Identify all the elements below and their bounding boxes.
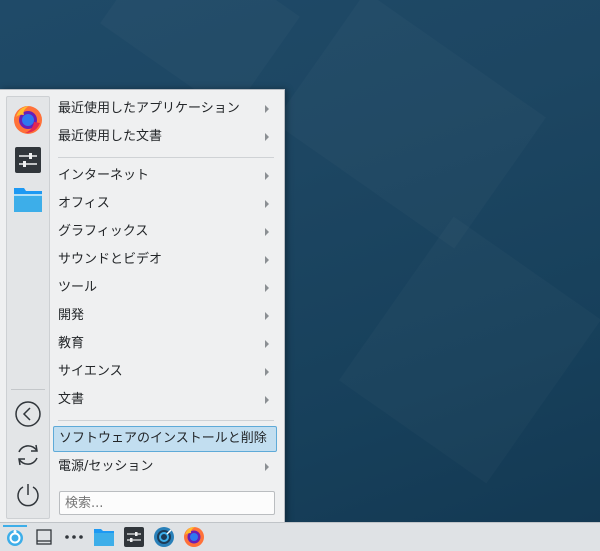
logout-icon[interactable] (14, 400, 42, 428)
chevron-right-icon (265, 228, 269, 236)
menu-item-label: サイエンス (58, 364, 123, 379)
menu-item-label: サウンドとビデオ (58, 252, 163, 267)
menu-item-internet[interactable]: インターネット (53, 163, 277, 189)
menu-item-office[interactable]: オフィス (53, 191, 277, 217)
menu-item-label: ツール (58, 280, 98, 295)
menu-item-label: 文書 (58, 392, 85, 407)
menu-separator (58, 157, 274, 158)
chevron-right-icon (265, 340, 269, 348)
system-settings-icon[interactable] (12, 144, 44, 176)
menu-item-label: ソフトウェアのインストールと削除 (59, 431, 267, 446)
menu-item-multimedia[interactable]: サウンドとビデオ (53, 247, 277, 273)
menu-item-label: 最近使用した文書 (58, 129, 163, 144)
taskbar (0, 522, 600, 551)
show-desktop-icon[interactable] (33, 526, 55, 548)
switch-user-icon[interactable] (14, 441, 42, 469)
search-input[interactable] (59, 491, 275, 515)
firefox-icon[interactable] (183, 526, 205, 548)
chevron-right-icon (265, 312, 269, 320)
menu-item-label: 開発 (58, 308, 85, 323)
menu-item-label: グラフィックス (58, 224, 149, 239)
menu-item-recent-documents[interactable]: 最近使用した文書 (53, 124, 277, 150)
favorites-separator (11, 389, 45, 390)
power-icon[interactable] (14, 481, 42, 509)
chevron-right-icon (265, 368, 269, 376)
firefox-icon[interactable] (12, 104, 44, 136)
file-manager-icon[interactable] (93, 526, 115, 548)
discover-icon[interactable] (153, 526, 175, 548)
chevron-right-icon (265, 105, 269, 113)
favorites-strip (6, 96, 50, 519)
chevron-right-icon (265, 133, 269, 141)
menu-item-documents[interactable]: 文書 (53, 387, 277, 413)
menu-item-power-session[interactable]: 電源/セッション (53, 454, 277, 480)
file-manager-icon[interactable] (12, 183, 44, 215)
chevron-right-icon (265, 284, 269, 292)
application-menu: 最近使用したアプリケーション 最近使用した文書 インターネット オフィス グラフ… (0, 89, 285, 524)
menu-item-development[interactable]: 開発 (53, 303, 277, 329)
menu-item-recent-applications[interactable]: 最近使用したアプリケーション (53, 96, 277, 122)
system-settings-icon[interactable] (123, 526, 145, 548)
application-launcher-icon[interactable] (3, 525, 27, 548)
menu-item-education[interactable]: 教育 (53, 331, 277, 357)
chevron-right-icon (265, 256, 269, 264)
menu-separator (58, 420, 274, 421)
chevron-right-icon (265, 172, 269, 180)
menu-item-science[interactable]: サイエンス (53, 359, 277, 385)
menu-item-utilities[interactable]: ツール (53, 275, 277, 301)
menu-item-label: インターネット (58, 168, 150, 183)
menu-item-label: 教育 (58, 336, 85, 351)
menu-item-graphics[interactable]: グラフィックス (53, 219, 277, 245)
menu-item-install-remove-software[interactable]: ソフトウェアのインストールと削除 (53, 426, 277, 452)
more-icon[interactable] (63, 526, 85, 548)
chevron-right-icon (265, 463, 269, 471)
chevron-right-icon (265, 200, 269, 208)
menu-item-label: 最近使用したアプリケーション (58, 101, 240, 116)
menu-item-label: オフィス (58, 196, 110, 211)
menu-item-label: 電源/セッション (58, 459, 154, 474)
chevron-right-icon (265, 396, 269, 404)
